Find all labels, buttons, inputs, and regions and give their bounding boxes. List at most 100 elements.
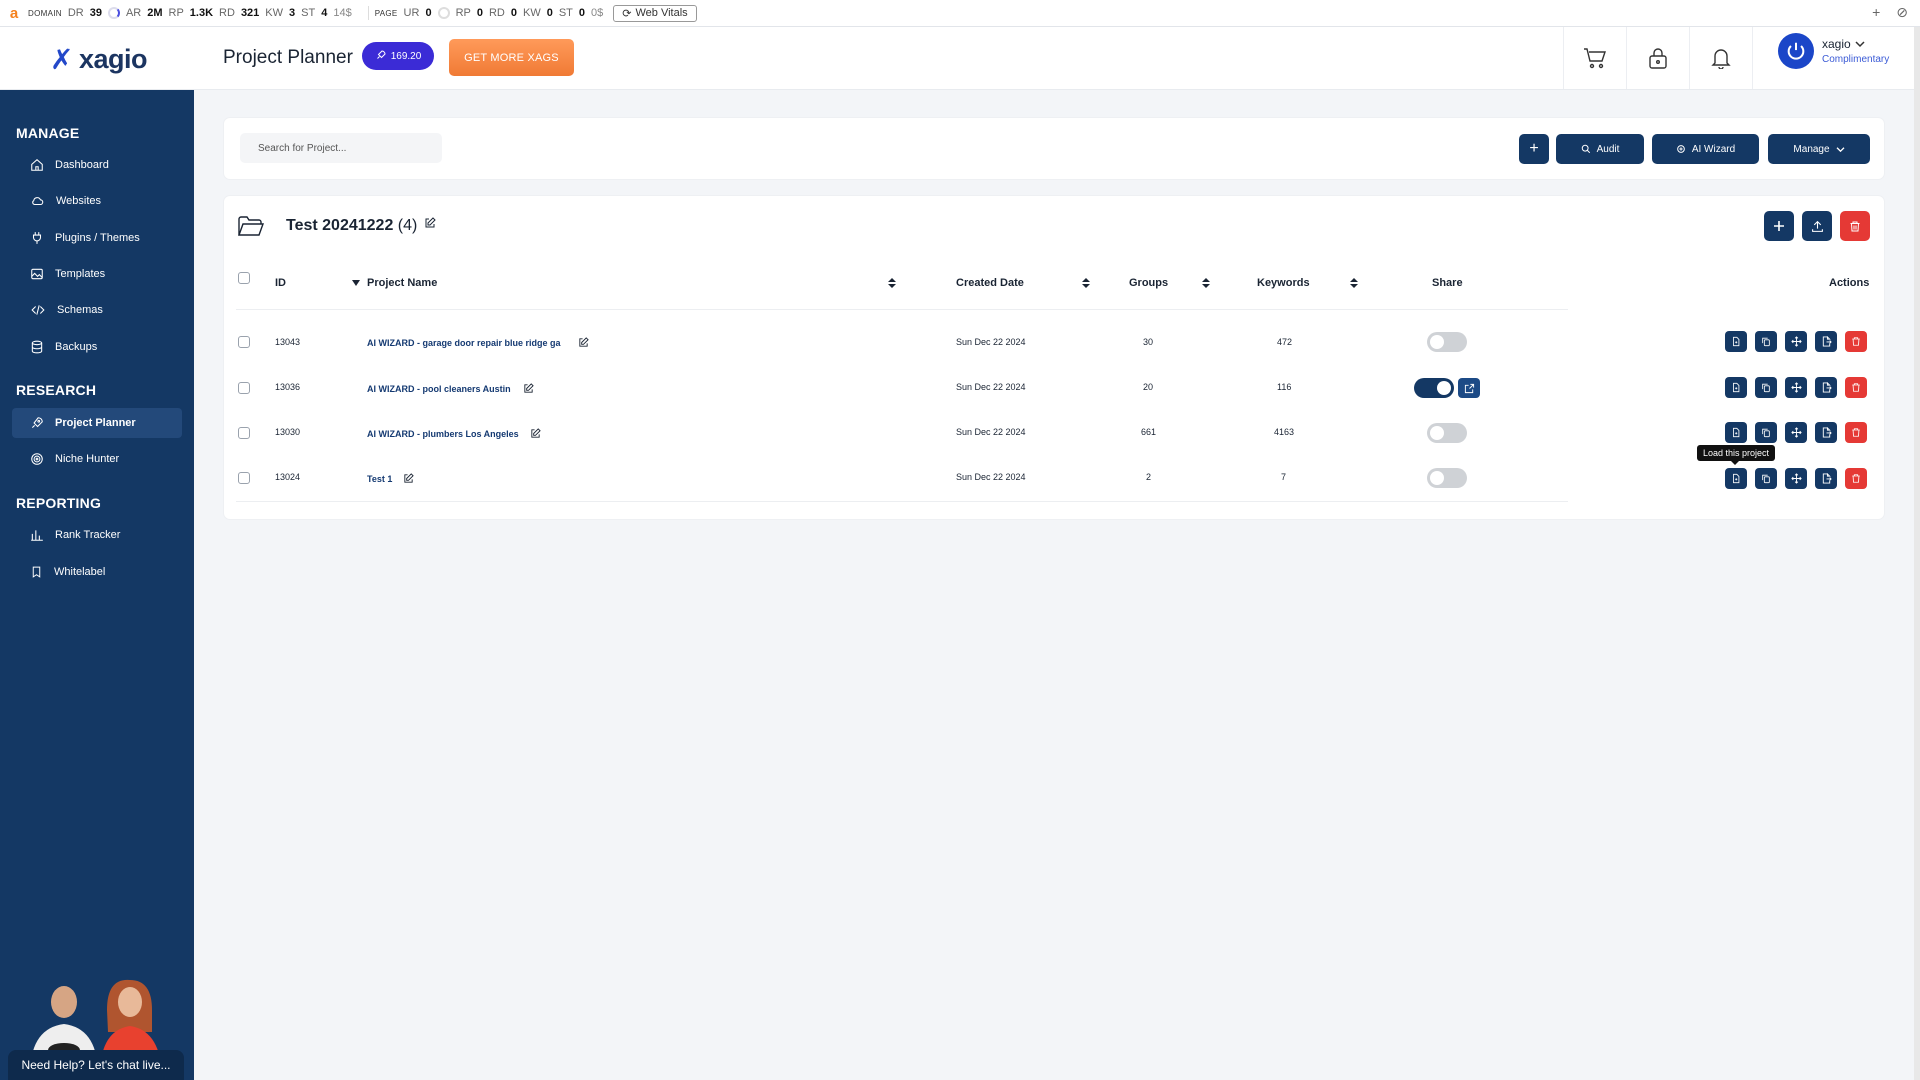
- sort-icon[interactable]: [1350, 278, 1358, 288]
- add-project-button[interactable]: +: [1519, 134, 1549, 164]
- open-share-link-button[interactable]: [1458, 378, 1480, 398]
- share-toggle[interactable]: [1427, 332, 1467, 352]
- search-input[interactable]: [240, 133, 442, 163]
- duplicate-project-button[interactable]: [1755, 331, 1777, 352]
- row-checkbox[interactable]: [238, 382, 250, 394]
- column-header-id[interactable]: ID: [275, 277, 286, 289]
- delete-project-button[interactable]: [1845, 468, 1867, 489]
- share-toggle[interactable]: [1414, 378, 1454, 398]
- load-project-button[interactable]: [1725, 422, 1747, 443]
- chevron-down-icon: [1855, 41, 1865, 48]
- sidebar-item-websites[interactable]: Websites: [12, 186, 182, 216]
- st-value: 4: [321, 7, 328, 19]
- page-label: PAGE: [374, 8, 398, 18]
- row-checkbox[interactable]: [238, 427, 250, 439]
- sidebar-item-niche-hunter[interactable]: Niche Hunter: [12, 444, 182, 474]
- rocket-icon: [375, 49, 387, 64]
- page-scrollbar[interactable]: [1914, 27, 1920, 1080]
- account-menu[interactable]: xagio Complimentary: [1778, 33, 1889, 69]
- bar-chart-icon: [31, 530, 43, 541]
- project-name-link[interactable]: AI WIZARD - pool cleaners Austin: [367, 384, 511, 394]
- export-project-button[interactable]: [1815, 331, 1837, 352]
- xagio-logo[interactable]: ✗ xagio: [50, 43, 148, 76]
- delete-project-button[interactable]: [1845, 377, 1867, 398]
- sidebar-item-backups[interactable]: Backups: [12, 332, 182, 362]
- manage-dropdown-button[interactable]: Manage: [1768, 134, 1870, 164]
- lock-button[interactable]: [1626, 27, 1689, 89]
- file-load-icon: [1733, 473, 1740, 484]
- move-project-button[interactable]: [1785, 468, 1807, 489]
- column-header-created-date[interactable]: Created Date: [956, 277, 1024, 289]
- plus-icon[interactable]: +: [1872, 4, 1880, 21]
- web-vitals-button[interactable]: ⟳ Web Vitals: [613, 4, 697, 22]
- sidebar-item-plugins-themes[interactable]: Plugins / Themes: [12, 223, 182, 253]
- export-project-button[interactable]: [1815, 377, 1837, 398]
- export-project-button[interactable]: [1815, 422, 1837, 443]
- ai-wizard-button[interactable]: AI Wizard: [1652, 134, 1759, 164]
- row-id: 13024: [275, 472, 301, 482]
- edit-icon[interactable]: [530, 428, 541, 439]
- share-toggle[interactable]: [1427, 423, 1467, 443]
- live-chat-button[interactable]: Need Help? Let's chat live...: [8, 1050, 184, 1080]
- edit-icon[interactable]: [523, 383, 534, 394]
- project-name-link[interactable]: AI WIZARD - plumbers Los Angeles: [367, 429, 519, 439]
- load-project-button[interactable]: [1725, 377, 1747, 398]
- project-name-link[interactable]: AI WIZARD - garage door repair blue ridg…: [367, 338, 561, 348]
- edit-icon[interactable]: [403, 473, 414, 484]
- sort-icon[interactable]: [1202, 278, 1210, 288]
- sort-icon[interactable]: [888, 278, 896, 288]
- delete-project-button[interactable]: [1845, 331, 1867, 352]
- edit-folder-icon[interactable]: [424, 217, 436, 229]
- cart-button[interactable]: [1563, 27, 1626, 89]
- sidebar-section-reporting: REPORTING: [16, 495, 102, 511]
- row-checkbox[interactable]: [238, 336, 250, 348]
- move-project-button[interactable]: [1785, 422, 1807, 443]
- export-project-button[interactable]: [1815, 468, 1837, 489]
- sidebar-item-project-planner[interactable]: Project Planner: [12, 408, 182, 438]
- duplicate-project-button[interactable]: [1755, 422, 1777, 443]
- file-export-icon: [1822, 427, 1832, 438]
- sidebar-item-rank-tracker[interactable]: Rank Tracker: [12, 520, 182, 550]
- project-name-link[interactable]: Test 1: [367, 474, 392, 484]
- column-header-project-name[interactable]: Project Name: [367, 277, 437, 289]
- row-checkbox[interactable]: [238, 472, 250, 484]
- delete-project-button[interactable]: [1845, 422, 1867, 443]
- target-icon: [31, 453, 43, 465]
- sidebar-item-schemas[interactable]: Schemas: [12, 295, 182, 325]
- column-header-actions: Actions: [1829, 277, 1870, 289]
- audit-button[interactable]: Audit: [1556, 134, 1644, 164]
- ahrefs-logo-icon[interactable]: a: [0, 5, 28, 22]
- sidebar-item-dashboard[interactable]: Dashboard: [12, 150, 182, 180]
- block-icon[interactable]: ⊘: [1896, 4, 1908, 21]
- notifications-button[interactable]: [1689, 27, 1752, 89]
- row-keywords: 4163: [1274, 427, 1295, 437]
- duplicate-project-button[interactable]: [1755, 377, 1777, 398]
- sort-down-icon[interactable]: [352, 280, 360, 286]
- export-folder-button[interactable]: [1802, 211, 1832, 241]
- row-groups: 661: [1141, 427, 1157, 437]
- move-icon: [1790, 427, 1802, 438]
- trash-icon: [1852, 337, 1860, 346]
- column-header-groups[interactable]: Groups: [1129, 277, 1168, 289]
- image-icon: [31, 268, 43, 280]
- edit-icon[interactable]: [578, 337, 589, 348]
- get-more-xags-button[interactable]: GET MORE XAGS: [449, 39, 574, 76]
- duplicate-project-button[interactable]: [1755, 468, 1777, 489]
- select-all-checkbox[interactable]: [238, 272, 250, 284]
- domain-label: DOMAIN: [28, 8, 62, 18]
- sort-icon[interactable]: [1082, 278, 1090, 288]
- delete-folder-button[interactable]: [1840, 211, 1870, 241]
- sidebar-item-whitelabel[interactable]: Whitelabel: [12, 557, 182, 587]
- column-header-keywords[interactable]: Keywords: [1257, 277, 1310, 289]
- share-toggle[interactable]: [1427, 468, 1467, 488]
- move-project-button[interactable]: [1785, 331, 1807, 352]
- sidebar-item-templates[interactable]: Templates: [12, 259, 182, 289]
- xag-balance-badge[interactable]: 169.20: [362, 42, 434, 70]
- row-id: 13043: [275, 337, 301, 347]
- move-project-button[interactable]: [1785, 377, 1807, 398]
- add-to-folder-button[interactable]: [1764, 211, 1794, 241]
- load-project-button[interactable]: [1725, 331, 1747, 352]
- dr-value: 39: [89, 7, 102, 19]
- refresh-icon: ⟳: [622, 7, 632, 20]
- load-project-button[interactable]: [1725, 468, 1747, 489]
